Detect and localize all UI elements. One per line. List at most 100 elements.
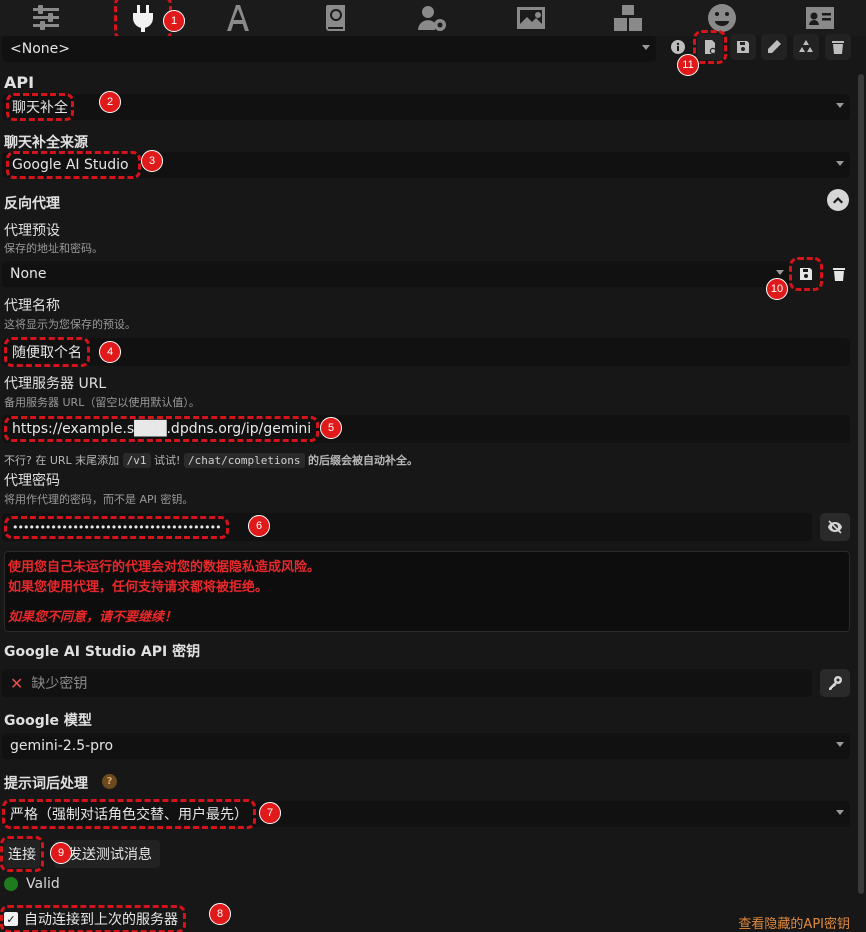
help-icon[interactable]: ? bbox=[102, 774, 117, 789]
chevron-up-icon bbox=[833, 197, 843, 204]
save-icon bbox=[737, 41, 749, 53]
note-text: 不行? 在 URL 末尾添加 bbox=[4, 454, 120, 467]
import-preset-button[interactable] bbox=[693, 30, 727, 64]
pencil-icon bbox=[768, 40, 781, 53]
proxy-url-label: 代理服务器 URL bbox=[4, 376, 107, 392]
auto-connect-option[interactable]: ✓ 自动连接到上次的服务器 bbox=[0, 905, 186, 932]
annotation-marker-6: 6 bbox=[248, 515, 270, 537]
toggle-password-visibility-button[interactable] bbox=[820, 513, 850, 541]
annotation-marker-5: 5 bbox=[320, 417, 342, 439]
plug-icon bbox=[133, 5, 153, 32]
tab-api-connections[interactable] bbox=[114, 0, 172, 40]
tab-character-management[interactable] bbox=[792, 0, 848, 36]
sliders-icon bbox=[33, 5, 59, 30]
tab-user-settings[interactable] bbox=[694, 0, 750, 36]
globe-book-icon bbox=[325, 5, 345, 31]
auto-connect-checkbox[interactable]: ✓ bbox=[4, 912, 18, 926]
delete-preset-button[interactable] bbox=[825, 34, 851, 60]
save-icon bbox=[800, 268, 812, 280]
annotation-marker-11: 11 bbox=[677, 54, 699, 76]
restore-preset-button[interactable] bbox=[793, 34, 819, 60]
chat-completion-source-value: Google AI Studio bbox=[6, 151, 141, 179]
api-key-input[interactable]: ✕ 缺少密钥 bbox=[2, 669, 812, 697]
proxy-password-label: 代理密码 bbox=[4, 473, 60, 489]
annotation-marker-2: 2 bbox=[99, 91, 121, 113]
tab-backgrounds[interactable] bbox=[503, 0, 559, 36]
chevron-down-icon bbox=[836, 810, 844, 815]
proxy-url-hint: 备用服务器 URL（留空以使用默认值）。 bbox=[4, 396, 200, 409]
proxy-name-label: 代理名称 bbox=[4, 298, 60, 314]
collapse-reverse-proxy-button[interactable] bbox=[827, 189, 849, 211]
cubes-icon bbox=[614, 5, 642, 31]
tab-settings[interactable] bbox=[18, 0, 74, 36]
status-indicator-dot bbox=[4, 877, 18, 891]
scrollbar[interactable] bbox=[858, 74, 864, 894]
trash-icon bbox=[833, 268, 845, 281]
image-icon bbox=[517, 7, 545, 29]
v1-suffix-code: /v1 bbox=[122, 453, 151, 468]
proxy-url-input[interactable]: https://example.s███.dpdns.org/ip/gemini bbox=[2, 415, 850, 443]
tab-formatting[interactable] bbox=[210, 0, 266, 36]
google-model-select[interactable]: gemini-2.5-pro bbox=[2, 733, 850, 759]
save-preset-button[interactable] bbox=[730, 34, 756, 60]
annotation-marker-10: 10 bbox=[766, 278, 788, 300]
completions-suffix-code: /chat/completions bbox=[183, 453, 305, 468]
reverse-proxy-heading: 反向代理 bbox=[4, 196, 60, 212]
trash-icon bbox=[832, 41, 844, 54]
proxy-url-note: 不行? 在 URL 末尾添加 /v1 试试! /chat/completions… bbox=[4, 452, 418, 468]
smiley-icon bbox=[708, 4, 736, 32]
id-card-icon bbox=[806, 7, 834, 29]
warning-line-3: 如果您不同意，请不要继续！ bbox=[8, 610, 178, 625]
auto-connect-label: 自动连接到上次的服务器 bbox=[24, 912, 178, 928]
proxy-preset-select[interactable]: None bbox=[2, 261, 790, 287]
preset-value: <None> bbox=[10, 41, 70, 57]
chevron-down-icon bbox=[836, 742, 844, 747]
connection-status-text: Valid bbox=[26, 876, 60, 892]
proxy-password-value: •••••••••••••••••••••••••••••••••••••• bbox=[4, 515, 229, 539]
key-icon bbox=[829, 676, 842, 690]
prompt-post-processing-label: 提示词后处理 bbox=[4, 776, 88, 792]
proxy-preset-value: None bbox=[10, 266, 47, 282]
annotation-marker-7: 7 bbox=[259, 802, 281, 824]
google-model-label: Google 模型 bbox=[4, 713, 92, 729]
proxy-url-value: https://example.s███.dpdns.org/ip/gemini bbox=[3, 416, 320, 442]
chevron-down-icon bbox=[836, 161, 844, 166]
tab-world-info[interactable] bbox=[308, 0, 364, 36]
google-model-value: gemini-2.5-pro bbox=[10, 738, 114, 754]
missing-key-x-icon: ✕ bbox=[10, 673, 24, 693]
api-key-placeholder: 缺少密钥 bbox=[31, 676, 88, 692]
info-circle-icon bbox=[671, 40, 685, 54]
proxy-name-value: 随便取个名 bbox=[4, 337, 90, 367]
rename-preset-button[interactable] bbox=[761, 34, 787, 60]
api-key-label: Google AI Studio API 密钥 bbox=[4, 644, 201, 660]
note-text: 试试! bbox=[154, 454, 181, 467]
tab-persona[interactable] bbox=[404, 0, 460, 36]
font-icon bbox=[227, 5, 249, 31]
proxy-name-hint: 这将显示为您保存的预设。 bbox=[4, 318, 136, 331]
connection-preset-select[interactable]: <None> bbox=[2, 36, 656, 62]
proxy-preset-hint: 保存的地址和密码。 bbox=[4, 242, 103, 255]
chevron-down-icon bbox=[776, 270, 784, 275]
top-navigation-bar bbox=[0, 0, 866, 40]
chevron-down-icon bbox=[642, 45, 650, 50]
file-import-icon bbox=[705, 40, 717, 55]
eye-slash-icon bbox=[828, 520, 842, 534]
proxy-name-input[interactable]: 随便取个名 bbox=[2, 337, 850, 367]
manage-api-key-button[interactable] bbox=[820, 669, 850, 697]
connect-button[interactable]: 连接 bbox=[0, 836, 44, 872]
delete-proxy-preset-button[interactable] bbox=[826, 261, 852, 287]
proxy-password-hint: 将用作代理的密码，而不是 API 密钥。 bbox=[4, 493, 194, 506]
api-type-select[interactable]: 聊天补全 bbox=[2, 93, 850, 121]
api-label: API bbox=[4, 73, 35, 92]
prompt-post-processing-select[interactable]: 严格（强制对话角色交替、用户最先） bbox=[2, 799, 850, 829]
chevron-down-icon bbox=[836, 103, 844, 108]
chat-completion-source-select[interactable]: Google AI Studio bbox=[2, 151, 850, 179]
save-proxy-preset-button[interactable] bbox=[789, 257, 823, 291]
tab-extensions[interactable] bbox=[600, 0, 656, 36]
proxy-preset-label: 代理预设 bbox=[4, 223, 60, 239]
warning-line-1: 使用您自己未运行的代理会对您的数据隐私造成风险。 bbox=[8, 560, 321, 575]
view-hidden-api-keys-link[interactable]: 查看隐藏的API密钥 bbox=[738, 913, 850, 932]
proxy-warning-box: 使用您自己未运行的代理会对您的数据隐私造成风险。 如果您使用代理，任何支持请求都… bbox=[4, 551, 850, 632]
chat-completion-source-label: 聊天补全来源 bbox=[4, 135, 88, 151]
proxy-password-input[interactable]: •••••••••••••••••••••••••••••••••••••• bbox=[2, 513, 812, 541]
